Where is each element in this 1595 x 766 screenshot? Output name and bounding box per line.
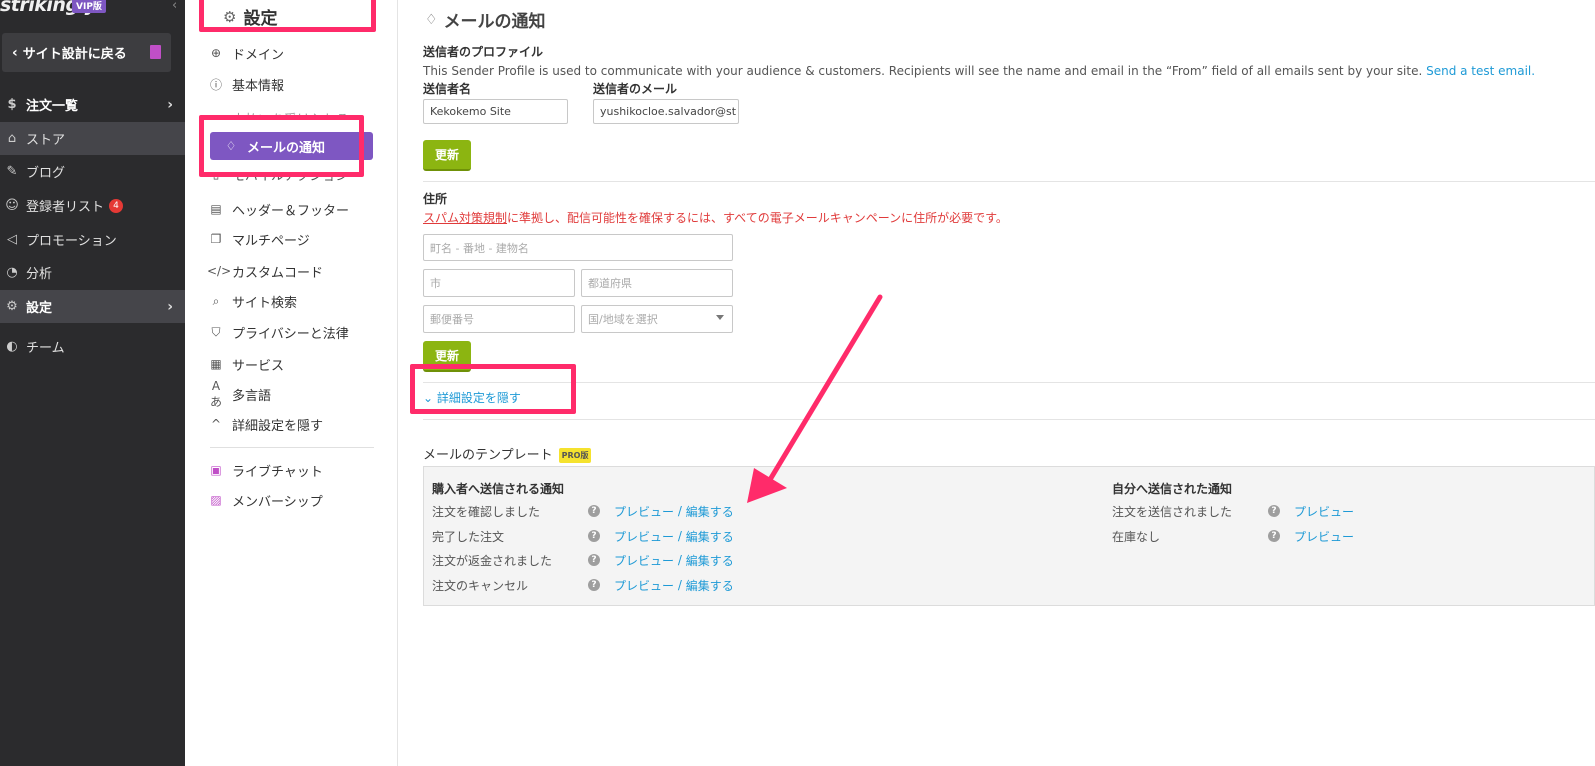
arrow-head [747,468,787,503]
arrow-shaft [762,294,883,491]
annotation-arrow [747,294,883,503]
